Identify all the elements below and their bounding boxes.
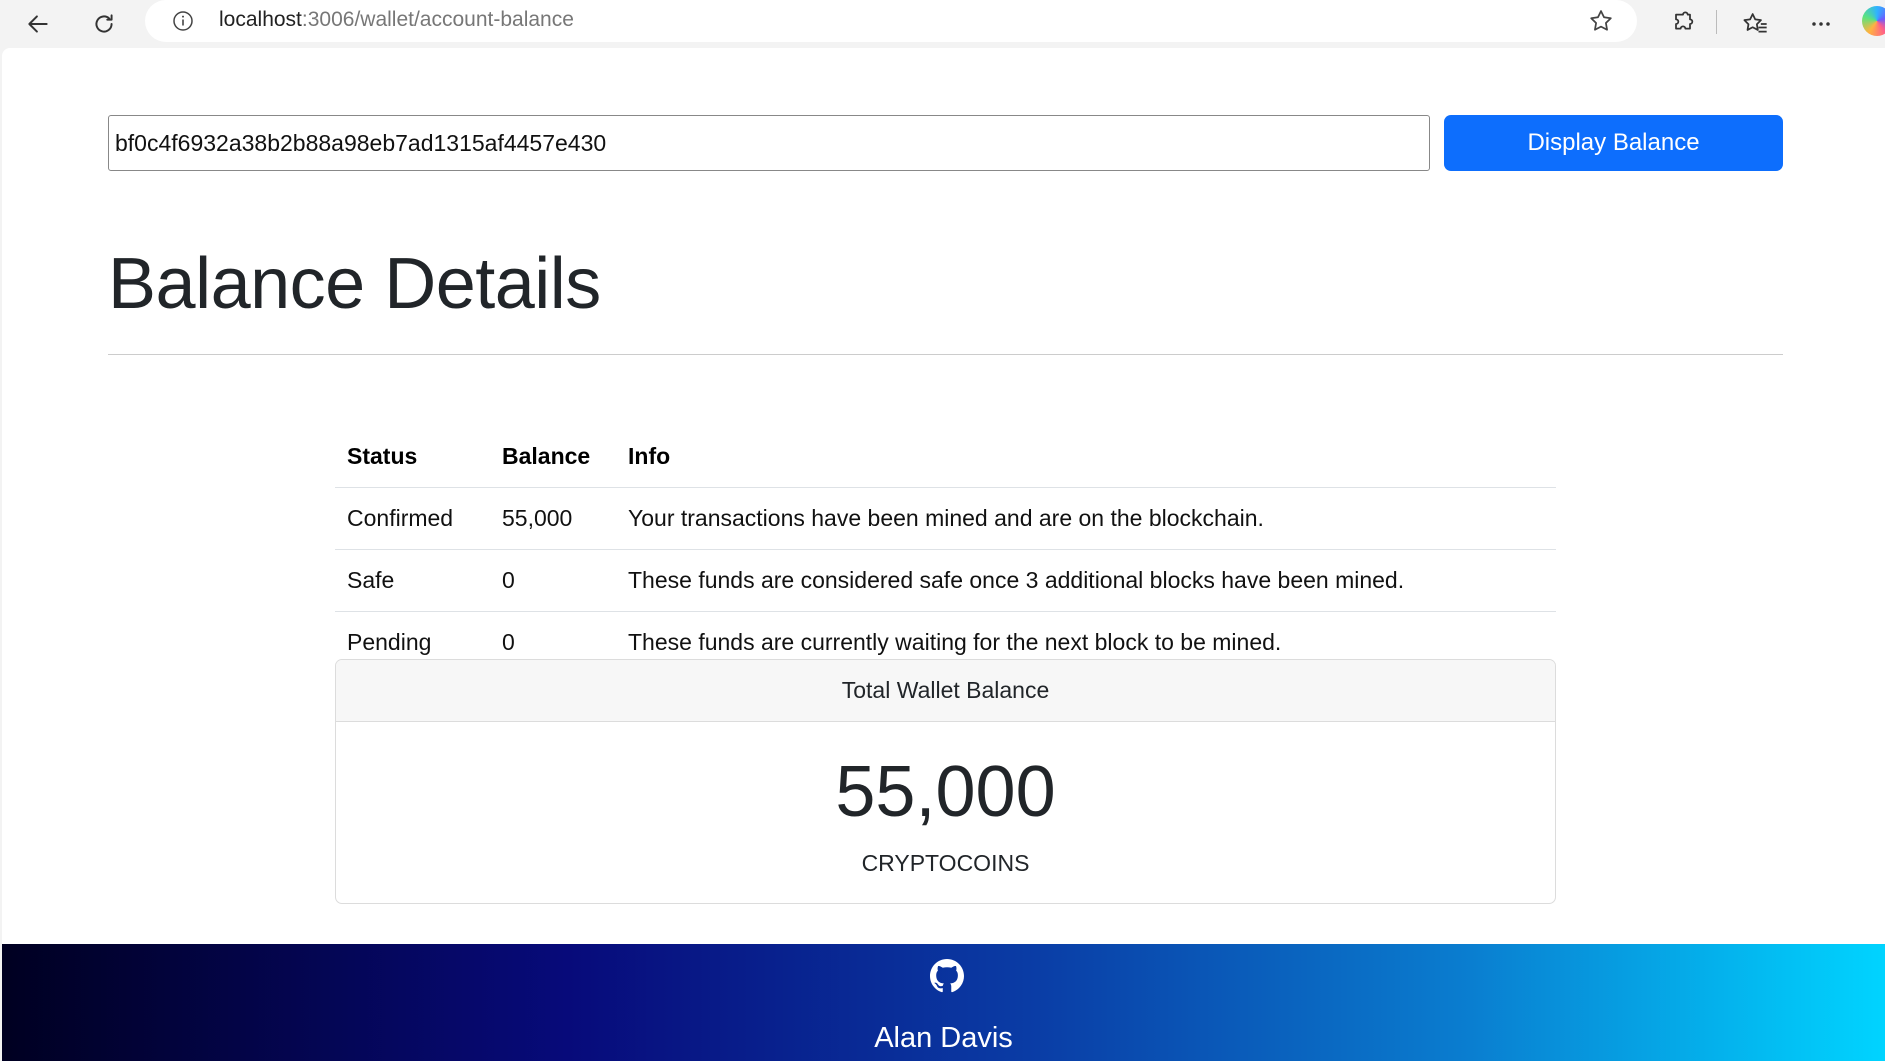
table-header-row: Status Balance Info [335, 426, 1556, 488]
status-cell: Confirmed [335, 487, 490, 550]
total-balance-header: Total Wallet Balance [336, 660, 1555, 722]
title-divider [108, 354, 1783, 355]
address-form: Display Balance [108, 115, 1783, 171]
address-bar[interactable]: localhost:3006/wallet/account-balance [145, 0, 1637, 42]
footer-author: Alan Davis [874, 1022, 1013, 1054]
url-text: localhost:3006/wallet/account-balance [219, 8, 574, 32]
back-button[interactable] [18, 4, 58, 44]
url-host: localhost [219, 8, 302, 31]
table-row: Safe 0 These funds are considered safe o… [335, 549, 1556, 612]
copilot-icon[interactable] [1862, 6, 1885, 36]
column-header-status: Status [335, 426, 490, 488]
balance-table: Status Balance Info Confirmed 55,000 You… [335, 426, 1556, 674]
more-menu-button[interactable] [1801, 4, 1841, 44]
info-cell: Your transactions have been mined and ar… [616, 487, 1556, 550]
github-icon[interactable] [930, 959, 964, 993]
display-balance-button[interactable]: Display Balance [1444, 115, 1783, 171]
url-path: :3006/wallet/account-balance [301, 8, 574, 31]
page-title: Balance Details [108, 244, 601, 324]
total-balance-card: Total Wallet Balance 55,000 CRYPTOCOINS [335, 659, 1556, 904]
favorites-button[interactable] [1735, 4, 1775, 44]
wallet-address-input[interactable] [108, 115, 1430, 171]
browser-toolbar: localhost:3006/wallet/account-balance [0, 0, 1885, 48]
balance-cell: 0 [490, 549, 616, 612]
refresh-button[interactable] [84, 4, 124, 44]
puzzle-icon [1675, 11, 1694, 30]
star-icon[interactable] [1587, 7, 1615, 35]
table-row: Confirmed 55,000 Your transactions have … [335, 487, 1556, 550]
column-header-balance: Balance [490, 426, 616, 488]
arrow-left-icon [28, 15, 48, 33]
total-balance-amount: 55,000 [835, 752, 1056, 832]
more-dots-icon [1812, 22, 1830, 26]
currency-unit: CRYPTOCOINS [861, 850, 1030, 876]
toolbar-divider [1716, 10, 1717, 34]
balance-cell: 55,000 [490, 487, 616, 550]
footer: Alan Davis [2, 944, 1885, 1061]
extensions-button[interactable] [1663, 4, 1703, 44]
column-header-info: Info [616, 426, 1556, 488]
favorites-star-icon [1743, 13, 1767, 33]
info-cell: These funds are considered safe once 3 a… [616, 549, 1556, 612]
page-viewport: Display Balance Balance Details Status B… [2, 48, 1885, 1061]
info-icon[interactable] [171, 9, 195, 33]
refresh-icon [95, 14, 113, 33]
status-cell: Safe [335, 549, 490, 612]
